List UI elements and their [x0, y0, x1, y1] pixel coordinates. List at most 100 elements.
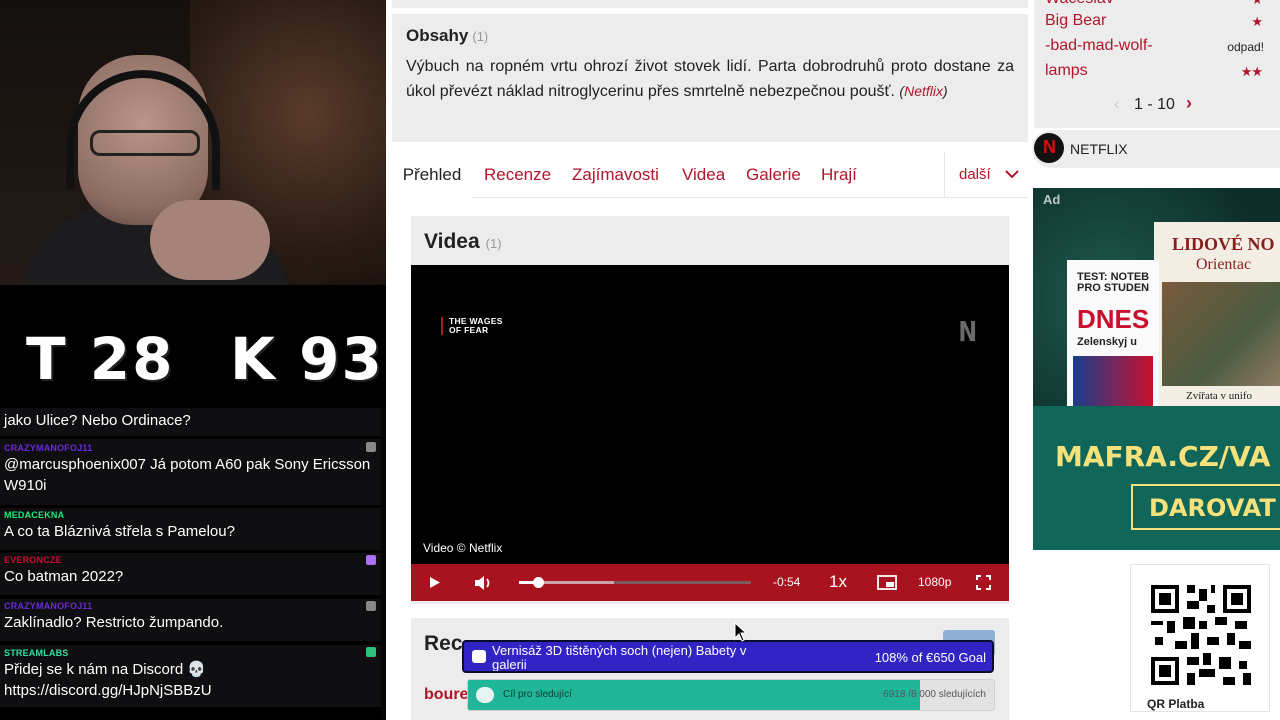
ad-newspaper-title: LIDOVÉ NO	[1172, 234, 1275, 254]
pager-next-button[interactable]: ›	[1186, 93, 1192, 114]
vod-provider-name: NETFLIX	[1070, 141, 1128, 157]
videos-heading: Videa	[424, 230, 480, 253]
chat-panel: jako Ulice? Nebo Ordinace? CRAZYMANOFOJ1…	[0, 408, 381, 720]
screen: T 28 K 93 jako Ulice? Nebo Ordinace? CRA…	[0, 0, 1280, 720]
tab-prehled[interactable]: Přehled	[392, 152, 472, 198]
chat-message: CRAZYMANOFOJ11 @marcusphoenix007 Já poto…	[0, 439, 381, 505]
ad-newspaper-subtitle: Orientac	[1196, 256, 1252, 273]
chat-username: STREAMLABS	[4, 648, 69, 658]
user-ratings-box: Wačeslav ★ Big Bear ★ -bad-mad-wolf- odp…	[1034, 0, 1280, 128]
chat-message-text: Zaklínadlo? Restricto žumpando.	[4, 614, 224, 631]
picture-in-picture-button[interactable]	[875, 564, 899, 601]
synopsis-text: Výbuch na ropném vrtu ohrozí život stove…	[406, 54, 1014, 104]
rating-user-link[interactable]: Wačeslav	[1045, 0, 1114, 8]
chat-message: MEDACEKNA A co ta Bláznivá střela s Pame…	[0, 508, 381, 550]
section-divider	[392, 0, 1028, 8]
advertisement[interactable]: Ad LIDOVÉ NO Orientac Zvířata v unifo TE…	[1033, 188, 1280, 550]
badge-icon	[366, 601, 376, 611]
tab-zajimavosti[interactable]: Zajímavosti	[572, 152, 659, 198]
pager-range: 1 - 10	[1134, 96, 1175, 113]
video-credit: Video © Netflix	[423, 541, 503, 555]
rating-user-link[interactable]: -bad-mad-wolf-	[1045, 37, 1153, 55]
follower-count: 6918 /8 000 sledujících	[883, 689, 986, 700]
ad-donate-button[interactable]: DAROVAT	[1131, 484, 1280, 530]
play-button[interactable]	[425, 564, 445, 601]
ad-newspaper-headline: TEST: NOTEB PRO STUDEN	[1077, 271, 1150, 294]
seek-bar[interactable]	[519, 577, 751, 588]
synopsis-source: (Netflix)	[899, 83, 947, 99]
quality-button[interactable]: 1080p	[918, 575, 951, 589]
chevron-down-icon	[1005, 170, 1019, 179]
netflix-logo-letter: N	[1043, 137, 1056, 157]
star-badge-icon	[366, 555, 376, 565]
chat-message-text: Co batman 2022?	[4, 568, 124, 585]
synopsis-count: (1)	[472, 29, 489, 44]
play-icon	[430, 577, 440, 588]
video-title-overlay: THE WAGES OF FEAR	[441, 317, 503, 335]
fullscreen-button[interactable]	[973, 564, 993, 601]
rating-user-link[interactable]: lamps	[1045, 62, 1088, 80]
chat-message: CRAZYMANOFOJ11 Zaklínadlo? Restricto žum…	[0, 599, 381, 641]
rating-stars: ★	[1251, 14, 1263, 29]
goal-amount: 108% of €650 Goal	[874, 650, 986, 665]
stream-overlay: T 28 K 93 jako Ulice? Nebo Ordinace? CRA…	[0, 0, 386, 720]
seek-handle[interactable]	[532, 577, 544, 588]
source-paren: )	[942, 83, 948, 99]
rating-user-link[interactable]: Big Bear	[1045, 12, 1106, 30]
chat-message-text: @marcusphoenix007 Já potom A60 pak Sony …	[4, 456, 371, 494]
review-author-link[interactable]: boure	[424, 686, 468, 704]
qr-payment-box: QR Platba	[1130, 564, 1270, 712]
ad-donate-label: DAROVAT	[1149, 494, 1276, 522]
chat-username: CRAZYMANOFOJ11	[4, 443, 93, 453]
heart-hands-icon	[476, 687, 494, 703]
rating-trash-label: odpad!	[1227, 40, 1264, 54]
webcam-feed	[0, 0, 386, 285]
source-link[interactable]: Netflix	[904, 83, 943, 99]
tab-galerie[interactable]: Galerie	[746, 152, 801, 198]
netflix-logo-icon: N	[1034, 133, 1064, 163]
pager-prev-button[interactable]: ‹	[1114, 96, 1119, 114]
chat-message-text: jako Ulice? Nebo Ordinace?	[4, 412, 191, 429]
film-tabs: Přehled Recenze Zajímavosti Videa Galeri…	[392, 152, 1028, 198]
tab-recenze[interactable]: Recenze	[484, 152, 551, 198]
ad-newspaper-caption: Zvířata v unifo	[1186, 390, 1252, 402]
verified-badge-icon	[366, 647, 376, 657]
chat-message-text: Přidej se k nám na Discord 💀 https://dis…	[4, 661, 212, 699]
tab-more-dropdown[interactable]: další	[944, 152, 1028, 198]
synopsis-box: Obsahy (1) Výbuch na ropném vrtu ohrozí ž…	[392, 14, 1028, 142]
video-player[interactable]: THE WAGES OF FEAR N Video © Netflix -0:5…	[411, 265, 1009, 601]
follower-goal-label: Cíl pro sledující	[503, 689, 572, 700]
tab-more-label: další	[959, 166, 991, 183]
chat-message: STREAMLABS Přidej se k nám na Discord 💀 …	[0, 645, 381, 707]
ad-newspaper-lidove: LIDOVÉ NO Orientac Zvířata v unifo	[1154, 222, 1280, 406]
chat-message: jako Ulice? Nebo Ordinace?	[0, 408, 381, 436]
reviews-title: Rec	[424, 632, 463, 655]
videos-count: (1)	[485, 236, 502, 251]
qr-payment-label: QR Platba	[1147, 697, 1205, 711]
tab-videa[interactable]: Videa	[682, 152, 725, 198]
ad-label: Ad	[1043, 192, 1061, 207]
sidebar: Wačeslav ★ Big Bear ★ -bad-mad-wolf- odp…	[1032, 0, 1280, 720]
videos-title: Videa (1)	[424, 230, 502, 254]
time-remaining: -0:54	[773, 575, 801, 589]
tab-hraji[interactable]: Hrají	[821, 152, 857, 198]
volume-button[interactable]	[471, 564, 495, 601]
ad-newspaper-photo	[1162, 282, 1280, 386]
goal-label: Vernisáž 3D tištěných soch (nejen) Babet…	[492, 643, 747, 672]
glasses	[90, 130, 200, 156]
chat-username: EVERONCZE	[4, 555, 62, 565]
chat-message: EVERONCZE Co batman 2022?	[0, 553, 381, 595]
streamer-hand	[150, 200, 270, 280]
pip-icon	[877, 575, 897, 590]
counter-k: K 93	[230, 325, 384, 393]
playback-speed-button[interactable]: 1x	[829, 572, 847, 592]
donation-goal-bar: Vernisáž 3D tištěných soch (nejen) Babet…	[462, 640, 994, 673]
vod-provider-link[interactable]: N NETFLIX	[1032, 130, 1280, 168]
badge-icon	[366, 442, 376, 452]
ad-newspaper-subhead: Zelenskyj u	[1077, 336, 1137, 348]
ad-newspaper-dnes: TEST: NOTEB PRO STUDEN DNES Zelenskyj u	[1067, 260, 1159, 406]
ad-newspaper-photo	[1073, 356, 1153, 406]
fullscreen-icon	[975, 575, 991, 590]
goal-icon	[472, 650, 486, 663]
counter-t: T 28	[26, 325, 175, 393]
